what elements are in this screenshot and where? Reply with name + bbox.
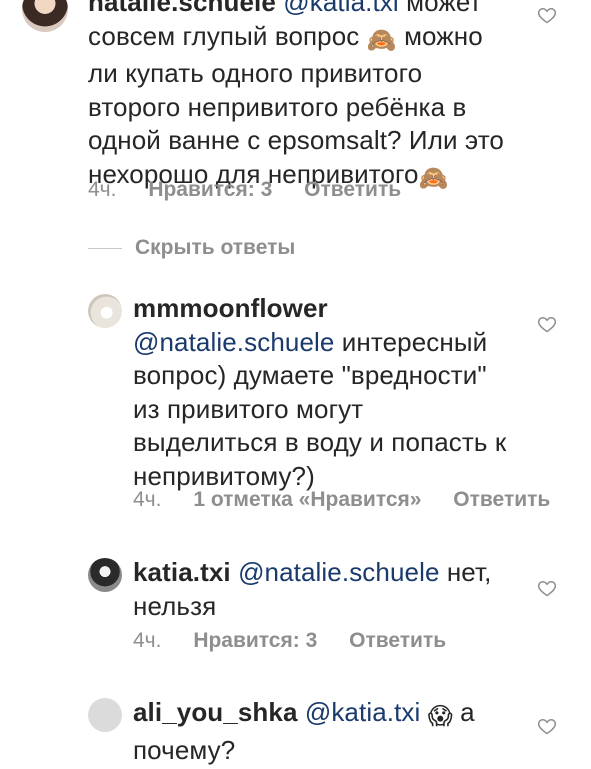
likes-count[interactable]: 1 отметка «Нравится» <box>193 488 421 511</box>
heart-icon[interactable] <box>537 314 557 334</box>
comment-body: natalie.schuele @katia.txi может совсем … <box>88 0 528 195</box>
heart-icon[interactable] <box>537 716 557 736</box>
reply-button[interactable]: Ответить <box>453 488 550 511</box>
comment-meta: 4ч. Нравится: 3 Ответить <box>88 178 427 202</box>
heart-icon[interactable] <box>537 578 557 598</box>
reply-button[interactable]: Ответить <box>349 629 446 652</box>
see-no-evil-monkey-icon: 🙈 <box>366 26 397 54</box>
mention-link[interactable]: @katia.txi <box>305 697 421 727</box>
hide-replies-button[interactable]: Скрыть ответы <box>135 236 295 260</box>
avatar[interactable] <box>88 294 122 328</box>
comment-meta: 4ч. 1 отметка «Нравится» Ответить <box>133 488 576 512</box>
timestamp: 4ч. <box>133 629 162 652</box>
likes-count[interactable]: Нравится: 3 <box>148 178 272 201</box>
username[interactable]: katia.txi <box>133 557 231 587</box>
heart-icon[interactable] <box>537 5 557 25</box>
mention-link[interactable]: @natalie.schuele <box>133 327 334 357</box>
comment-meta: 4ч. Нравится: 3 Ответить <box>133 629 472 653</box>
face-screaming-icon: 😱 <box>427 703 453 730</box>
comment-body: mmmoonflower @natalie.schuele интересный… <box>133 293 507 491</box>
timestamp: 4ч. <box>88 178 117 201</box>
avatar[interactable] <box>88 558 122 592</box>
likes-count[interactable]: Нравится: 3 <box>193 629 317 652</box>
username[interactable]: natalie.schuele <box>88 0 276 17</box>
reply-button[interactable]: Ответить <box>304 178 401 201</box>
comment-body: katia.txi @natalie.schuele нет, нельзя <box>133 557 492 621</box>
timestamp: 4ч. <box>133 488 162 511</box>
avatar[interactable] <box>88 698 122 732</box>
mention-link[interactable]: @natalie.schuele <box>238 557 439 587</box>
comment-body: ali_you_shka @katia.txi 😱 а почему? <box>133 697 475 765</box>
divider <box>88 248 122 249</box>
avatar[interactable] <box>22 0 68 32</box>
username[interactable]: mmmoonflower <box>133 293 328 323</box>
username[interactable]: ali_you_shka <box>133 697 298 727</box>
mention-link[interactable]: @katia.txi <box>283 0 399 17</box>
